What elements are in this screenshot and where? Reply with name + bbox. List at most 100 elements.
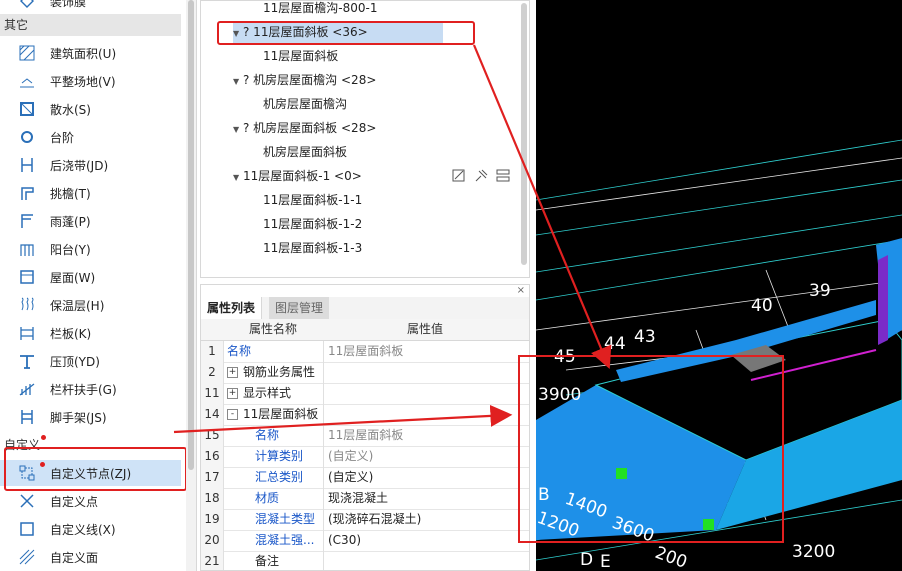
cad-column [878,255,888,345]
sidebar-item-label: 后浇带(JD) [50,158,109,173]
sidebar-item-custom[interactable]: 自定义面 [0,544,181,570]
close-icon[interactable]: × [517,285,525,296]
property-row[interactable]: 14-11层屋面斜板 [201,404,529,426]
tree-node[interactable]: 11层屋面斜板-1-2 [263,213,362,235]
property-name: 计算类别 [255,449,304,463]
property-value[interactable]: (现浇碎石混凝土) [323,509,421,530]
edit-icon[interactable] [451,168,467,187]
property-row[interactable]: 18 材质 现浇混凝土 [201,488,529,510]
property-value[interactable]: 11层屋面斜板 [323,341,403,362]
sidebar-item-label: 雨蓬(P) [50,214,91,229]
expand-toggle-icon[interactable]: - [227,409,238,420]
tab-property-list[interactable]: 属性列表 [201,297,263,319]
tree-node[interactable]: 11层屋面斜板 [263,45,338,67]
expand-toggle-icon[interactable]: + [227,388,238,399]
property-name: 名称 [255,428,280,442]
middle-panel: 11层屋面檐沟-800-1 ▼? 11层屋面斜板 <36> 11层屋面斜板 ▼? 机房… [200,0,530,571]
property-row[interactable]: 15 名称 11层屋面斜板 [201,425,529,447]
properties-panel: × 属性列表 图层管理 属性名称 属性值 1 名称 11层屋面斜板 2 + 钢筋业务属性 1… [200,284,530,571]
pin-icon[interactable] [473,168,489,187]
cad-label: 3200 [792,542,835,562]
sidebar-item-label: 挑檐(T) [50,186,91,201]
property-value[interactable]: (自定义) [323,446,373,467]
property-value[interactable] [323,383,328,404]
roof-icon [18,268,36,286]
sidebar-item-custom[interactable]: 自定义线(X) [0,516,181,542]
property-row[interactable]: 1 名称 11层屋面斜板 [201,341,529,363]
row-number: 20 [201,530,224,551]
highlight-box-custom-node [4,447,187,491]
sidebar-item[interactable]: 栏杆扶手(G) [0,376,181,402]
sidebar-item[interactable]: 台阶 [0,124,181,150]
component-list-panel: 装饰膜 其它 建筑面积(U) 平整场地(V) 散水(S) 台阶后浇带(JD) 挑檐(T)… [0,0,197,571]
sidebar-item-label: 压顶(YD) [50,354,100,369]
sidebar-item[interactable]: 栏板(K) [0,320,181,346]
property-name: 名称 [227,344,252,358]
tab-layer-management[interactable]: 图层管理 [269,297,330,319]
property-value[interactable]: 11层屋面斜板 [323,425,403,446]
collapse-arrow-icon[interactable]: ▼ [233,167,243,189]
sidebar-item-label: 栏板(K) [50,326,92,341]
property-row[interactable]: 2 + 钢筋业务属性 [201,362,529,384]
property-name: 备注 [255,554,280,568]
property-name: 材质 [255,491,280,505]
row-number: 16 [201,446,224,467]
property-name: 11层屋面斜板 [243,407,319,421]
property-value[interactable]: (自定义) [323,467,373,488]
row-number: 11 [201,383,224,404]
property-row[interactable]: 16 计算类别 (自定义) [201,446,529,468]
custom-point-icon [18,492,36,510]
category-other[interactable]: 其它 [0,14,181,36]
sidebar-item[interactable]: 屋面(W) [0,264,181,290]
collapse-arrow-icon[interactable]: ▼ [233,71,243,93]
tree-node[interactable]: 机房层屋面斜板 [263,141,347,163]
sidebar-item[interactable]: 散水(S) [0,96,181,122]
collapse-arrow-icon[interactable]: ▼ [233,119,243,141]
property-value[interactable] [323,362,328,383]
sidebar-item[interactable]: 平整场地(V) [0,68,181,94]
tree-node-label: 机房层屋面檐沟 [263,97,348,111]
property-row[interactable]: 20 混凝土强... (C30) [201,530,529,552]
sidebar-item[interactable]: 雨蓬(P) [0,208,181,234]
property-row[interactable]: 21 备注 [201,551,529,570]
tree-node[interactable]: 11层屋面斜板-1-3 [263,237,362,259]
sidebar-item[interactable]: 后浇带(JD) [0,152,181,178]
sidebar-item-label: 散水(S) [50,102,91,117]
tree-node[interactable]: ▼ 11层屋面斜板-1 <0> [233,165,362,187]
left-item-top-partial[interactable]: 装饰膜 [0,0,181,14]
left-scrollbar[interactable] [186,0,196,571]
sidebar-item[interactable]: 保温层(H) [0,292,181,318]
tree-node[interactable]: 机房层屋面檐沟 [263,93,347,115]
cad-label: 43 [634,327,656,347]
property-row[interactable]: 17 汇总类别 (自定义) [201,467,529,489]
sidebar-item-custom[interactable]: 自定义点 [0,488,181,514]
property-value[interactable] [323,551,328,570]
sidebar-item[interactable]: 建筑面积(U) [0,40,181,66]
tree-node-label: 11层屋面斜板-1-3 [263,241,363,255]
property-row[interactable]: 19 混凝土类型 (现浇碎石混凝土) [201,509,529,531]
row-number: 18 [201,488,224,509]
layers-icon[interactable] [495,168,511,187]
left-scrollbar-thumb[interactable] [188,0,194,470]
row-number: 21 [201,551,224,570]
sidebar-item-label: 台阶 [50,130,75,145]
tree-node[interactable]: ▼? 机房层屋面斜板 <28> [233,117,376,139]
tree-scrollbar[interactable] [521,3,527,265]
column-header-value: 属性值 [407,322,444,336]
tree-node-label: 11层屋面檐沟-800-1 [263,1,378,15]
property-value[interactable]: 现浇混凝土 [323,488,388,509]
sidebar-item[interactable]: 压顶(YD) [0,348,181,374]
property-value[interactable] [323,404,328,425]
tree-node[interactable]: 11层屋面斜板-1-1 [263,189,362,211]
sidebar-item[interactable]: 阳台(Y) [0,236,181,262]
sidebar-item[interactable]: 挑檐(T) [0,180,181,206]
sidebar-item[interactable]: 脚手架(JS) [0,404,181,430]
highlight-box-3d-view [518,355,784,543]
expand-toggle-icon[interactable]: + [227,367,238,378]
tree-node[interactable]: ▼? 机房层屋面檐沟 <28> [233,69,376,91]
property-row[interactable]: 11 + 显示样式 [201,383,529,405]
scaffold-icon [18,408,36,426]
sidebar-item-label: 建筑面积(U) [50,46,117,61]
tree-node[interactable]: 11层屋面檐沟-800-1 [263,1,378,19]
property-value[interactable]: (C30) [323,530,361,551]
